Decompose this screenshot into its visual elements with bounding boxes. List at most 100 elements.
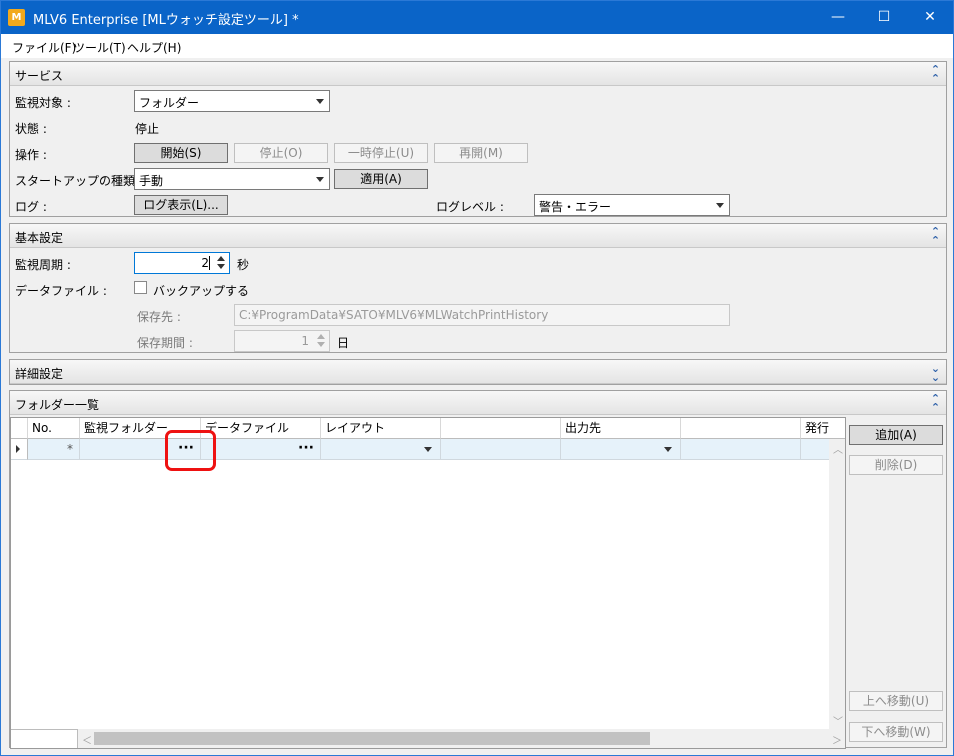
basic-settings-header[interactable]: 基本設定 ⌃ ⌃ <box>10 224 946 248</box>
basic-settings-title: 基本設定 <box>15 231 64 245</box>
cell-no[interactable]: * <box>28 439 80 460</box>
folder-grid[interactable]: No. 監視フォルダー データファイル レイアウト 出力先 発行 * ··· ·… <box>10 417 846 749</box>
grid-footer-cell <box>11 729 78 748</box>
title-bar[interactable]: M MLV6 Enterprise [MLウォッチ設定ツール] * — ☐ ✕ <box>1 1 953 34</box>
column-header-blank-1[interactable] <box>441 418 561 439</box>
collapse-chevron-icon[interactable]: ⌃ ⌃ <box>928 226 940 246</box>
backup-label: バックアップする <box>153 284 250 298</box>
pause-button[interactable]: 一時停止(U) <box>334 143 428 163</box>
menu-bar: ファイル(F) ツール(T) ヘルプ(H) <box>1 34 953 58</box>
move-down-button[interactable]: 下へ移動(W) <box>849 722 943 742</box>
log-level-select[interactable]: 警告・エラー <box>534 194 730 216</box>
dropdown-arrow-icon <box>316 99 324 104</box>
detail-settings-panel: 詳細設定 ⌄ ⌄ <box>9 359 947 385</box>
folder-list-title: フォルダー一覧 <box>15 398 100 412</box>
log-level-label: ログレベル : <box>436 200 504 214</box>
resume-button[interactable]: 再開(M) <box>434 143 528 163</box>
monitor-target-select[interactable]: フォルダー <box>134 90 330 112</box>
interval-value: 2 <box>201 256 209 270</box>
folder-list-panel: フォルダー一覧 ⌃ ⌃ No. 監視フォルダー データファイル レイアウト 出力先… <box>9 390 947 749</box>
cell-blank-2[interactable] <box>681 439 801 460</box>
dropdown-arrow-icon <box>716 203 724 208</box>
spin-down-icon[interactable] <box>317 342 325 347</box>
column-header-layout[interactable]: レイアウト <box>321 418 441 439</box>
log-level-value: 警告・エラー <box>539 200 612 214</box>
spin-up-icon[interactable] <box>217 256 225 261</box>
horizontal-scroll-thumb[interactable] <box>94 732 650 745</box>
stop-button[interactable]: 停止(O) <box>234 143 328 163</box>
row-pointer-icon <box>16 445 20 453</box>
cell-blank-1[interactable] <box>441 439 561 460</box>
row-selector[interactable] <box>11 439 28 460</box>
startup-type-value: 手動 <box>139 174 164 188</box>
save-period-label: 保存期間 : <box>137 336 193 350</box>
start-button[interactable]: 開始(S) <box>134 143 228 163</box>
scroll-down-icon[interactable]: ﹀ <box>833 713 843 728</box>
browse-file-icon[interactable]: ··· <box>298 440 314 456</box>
scroll-right-icon[interactable]: ＞ <box>832 732 842 747</box>
save-period-value: 1 <box>301 334 309 348</box>
column-header-data-file[interactable]: データファイル <box>201 418 321 439</box>
expand-chevron-icon[interactable]: ⌄ ⌄ <box>928 363 940 383</box>
column-header-blank-2[interactable] <box>681 418 801 439</box>
app-logo-icon: M <box>8 9 25 26</box>
menu-file[interactable]: ファイル(F) <box>12 39 76 56</box>
save-period-stepper[interactable]: 1 <box>234 330 330 352</box>
window-title: MLV6 Enterprise [MLウォッチ設定ツール] * <box>33 13 299 28</box>
close-button[interactable]: ✕ <box>907 1 953 34</box>
dropdown-arrow-icon[interactable] <box>664 447 672 452</box>
minimize-button[interactable]: — <box>815 1 861 34</box>
backup-checkbox[interactable] <box>134 281 147 294</box>
startup-type-select[interactable]: 手動 <box>134 168 330 190</box>
cell-output[interactable] <box>561 439 681 460</box>
move-up-button[interactable]: 上へ移動(U) <box>849 691 943 711</box>
status-label: 状態 : <box>15 122 47 136</box>
vertical-scrollbar[interactable]: ︿ ﹀ <box>829 439 845 729</box>
status-value: 停止 <box>135 122 160 136</box>
service-panel-title: サービス <box>15 69 64 83</box>
cell-layout[interactable] <box>321 439 441 460</box>
detail-settings-header[interactable]: 詳細設定 ⌄ ⌄ <box>10 360 946 384</box>
highlight-annotation <box>165 430 216 471</box>
startup-type-label: スタートアップの種類 : <box>15 174 143 188</box>
service-panel: サービス ⌃ ⌃ 監視対象 : フォルダー 状態 : 停止 操作 : 開始(S) … <box>9 61 947 217</box>
cell-data-file[interactable]: ··· <box>201 439 321 460</box>
monitor-target-label: 監視対象 : <box>15 96 71 110</box>
operation-label: 操作 : <box>15 148 47 162</box>
save-to-value: C:¥ProgramData¥SATO¥MLV6¥MLWatchPrintHis… <box>239 308 549 322</box>
delete-button[interactable]: 削除(D) <box>849 455 943 475</box>
log-label: ログ : <box>15 200 47 214</box>
datafile-label: データファイル : <box>15 284 107 298</box>
main-window: M MLV6 Enterprise [MLウォッチ設定ツール] * — ☐ ✕ … <box>0 0 954 756</box>
horizontal-scrollbar[interactable]: ＜ ＞ <box>78 729 845 748</box>
collapse-chevron-icon[interactable]: ⌃ ⌃ <box>928 393 940 413</box>
collapse-chevron-icon[interactable]: ⌃ ⌃ <box>928 64 940 84</box>
log-view-button[interactable]: ログ表示(L)... <box>134 195 228 215</box>
dropdown-arrow-icon <box>316 177 324 182</box>
dropdown-arrow-icon[interactable] <box>424 447 432 452</box>
save-to-field[interactable]: C:¥ProgramData¥SATO¥MLV6¥MLWatchPrintHis… <box>234 304 730 326</box>
detail-settings-title: 詳細設定 <box>15 367 64 381</box>
apply-button[interactable]: 適用(A) <box>334 169 428 189</box>
text-caret <box>209 256 210 270</box>
stepper-arrows[interactable] <box>313 331 329 351</box>
spin-down-icon[interactable] <box>217 264 225 269</box>
save-period-unit: 日 <box>337 336 350 350</box>
column-header-no[interactable]: No. <box>28 418 80 439</box>
spin-up-icon[interactable] <box>317 334 325 339</box>
add-button[interactable]: 追加(A) <box>849 425 943 445</box>
menu-help[interactable]: ヘルプ(H) <box>127 39 181 56</box>
stepper-arrows[interactable] <box>213 253 229 273</box>
menu-tools[interactable]: ツール(T) <box>73 39 126 56</box>
interval-label: 監視周期 : <box>15 258 71 272</box>
scroll-left-icon[interactable]: ＜ <box>82 732 92 747</box>
folder-list-header[interactable]: フォルダー一覧 ⌃ ⌃ <box>10 391 946 415</box>
maximize-button[interactable]: ☐ <box>861 1 907 34</box>
column-header-output[interactable]: 出力先 <box>561 418 681 439</box>
interval-stepper[interactable]: 2 <box>134 252 230 274</box>
service-panel-header[interactable]: サービス ⌃ ⌃ <box>10 62 946 86</box>
column-header-issue[interactable]: 発行 <box>801 418 845 439</box>
interval-unit: 秒 <box>237 258 250 272</box>
scroll-up-icon[interactable]: ︿ <box>833 441 843 456</box>
row-header-corner <box>11 418 28 439</box>
